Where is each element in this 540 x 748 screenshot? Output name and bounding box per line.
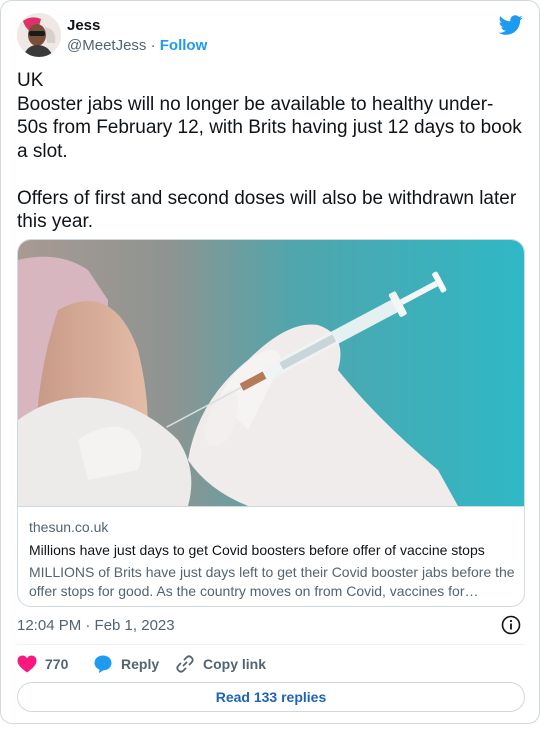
like-button[interactable]: 770 xyxy=(17,653,68,675)
follow-button[interactable]: Follow xyxy=(160,37,208,54)
link-title[interactable]: Millions have just days to get Covid boo… xyxy=(29,542,485,558)
link-description: MILLIONS of Brits have just days left to… xyxy=(29,564,515,599)
handle-separator: · xyxy=(150,37,156,54)
heart-icon xyxy=(17,655,37,673)
reply-label: Reply xyxy=(121,656,160,672)
tweet-embed-card: Jess @MeetJess · Follow UK Booster jabs … xyxy=(0,0,540,724)
author-name[interactable]: Jess xyxy=(67,17,100,34)
like-count: 770 xyxy=(45,656,69,672)
copy-link-button[interactable]: Copy link xyxy=(175,653,266,675)
read-replies-button[interactable]: Read 133 replies xyxy=(17,682,525,712)
info-icon[interactable] xyxy=(501,615,521,635)
reply-button[interactable]: Reply xyxy=(93,653,159,675)
tweet-timestamp[interactable]: 12:04 PM · Feb 1, 2023 xyxy=(17,617,175,634)
link-domain: thesun.co.uk xyxy=(29,519,109,535)
avatar[interactable] xyxy=(17,13,61,57)
link-preview-meta: thesun.co.uk Millions have just days to … xyxy=(18,506,524,606)
divider xyxy=(17,644,525,645)
link-icon xyxy=(176,655,194,673)
tweet-text: UK Booster jabs will no longer be availa… xyxy=(17,70,522,232)
author-handle-row: @MeetJess · Follow xyxy=(67,37,207,54)
twitter-bird-icon[interactable] xyxy=(499,13,523,37)
link-preview-image xyxy=(18,240,524,506)
reply-bubble-icon xyxy=(94,655,112,673)
copy-link-label: Copy link xyxy=(203,656,267,672)
author-handle[interactable]: @MeetJess xyxy=(67,37,146,54)
link-preview-card[interactable]: thesun.co.uk Millions have just days to … xyxy=(17,239,525,607)
